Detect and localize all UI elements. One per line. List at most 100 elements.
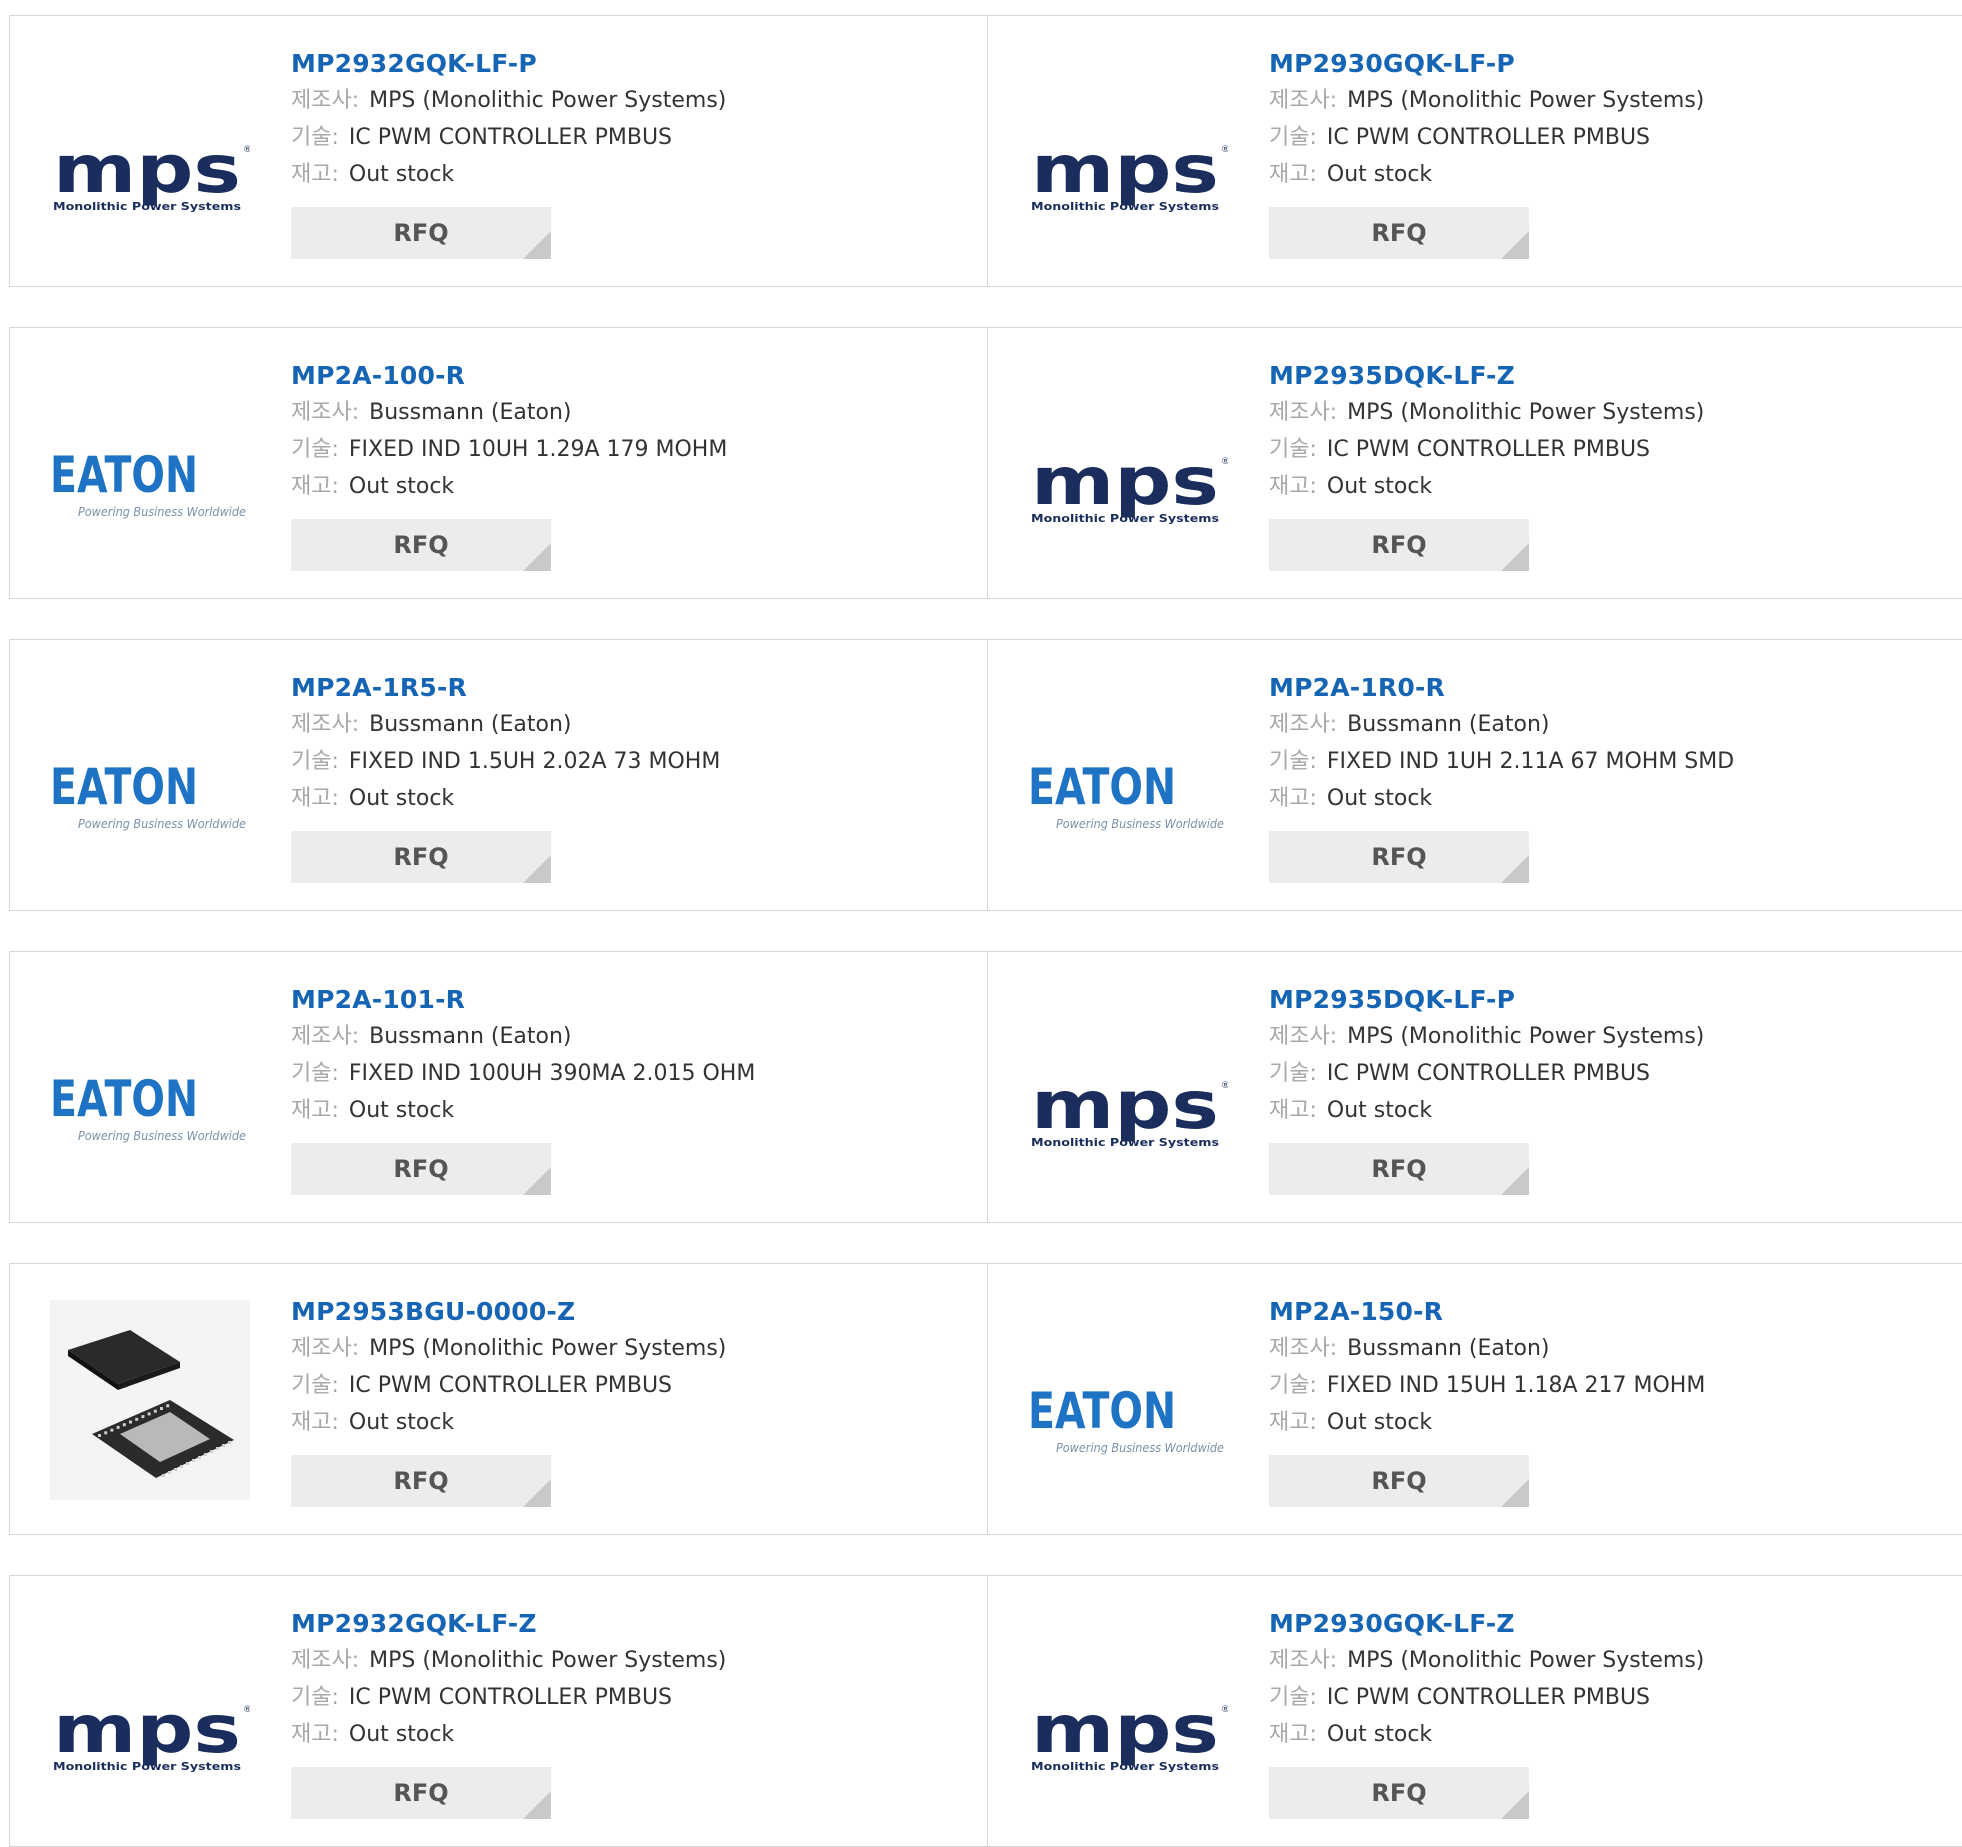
manufacturer-line: 제조사: Bussmann (Eaton) [1269, 1330, 1705, 1367]
rfq-button[interactable]: RFQ [1269, 207, 1529, 259]
rfq-button-label: RFQ [393, 531, 449, 559]
product-card: mps ® Monolithic Power Systems MP2932GQK-LF… [10, 1576, 988, 1846]
rfq-button[interactable]: RFQ [1269, 1455, 1529, 1507]
manufacturer-line: 제조사: Bussmann (Eaton) [291, 706, 720, 743]
manufacturer-line: 제조사: MPS (Monolithic Power Systems) [291, 82, 726, 119]
mps-logo: mps ® Monolithic Power Systems [1031, 443, 1228, 525]
stock-value: Out stock [348, 786, 455, 811]
manufacturer-value: Bussmann (Eaton) [1347, 712, 1550, 737]
rfq-button[interactable]: RFQ [291, 1767, 551, 1819]
description-label: 기술: [291, 125, 339, 150]
stock-label: 재고: [291, 1410, 339, 1435]
part-number-link[interactable]: MP2953BGU-0000-Z [291, 1294, 726, 1330]
manufacturer-label: 제조사: [291, 712, 360, 737]
mps-logo-wordmark: mps [1031, 1691, 1219, 1768]
product-grid: mps ® Monolithic Power Systems MP2932GQK-LF… [0, 0, 1962, 1847]
eaton-logo: EATONPowering Business Worldwide [50, 1070, 246, 1143]
stock-value: Out stock [1326, 1722, 1433, 1747]
description-value: FIXED IND 100UH 390MA 2.015 OHM [348, 1061, 756, 1086]
description-line: 기술: IC PWM CONTROLLER PMBUS [1269, 431, 1704, 468]
stock-value: Out stock [1326, 474, 1433, 499]
rfq-button-label: RFQ [393, 219, 449, 247]
part-number-link[interactable]: MP2935DQK-LF-Z [1269, 358, 1704, 394]
manufacturer-label: 제조사: [291, 88, 360, 113]
mps-logo: mps ® Monolithic Power Systems [1031, 1691, 1228, 1773]
eaton-logo: EATONPowering Business Worldwide [50, 758, 246, 831]
rfq-button[interactable]: RFQ [291, 1143, 551, 1195]
rfq-button-label: RFQ [393, 1155, 449, 1183]
product-info: MP2932GQK-LF-Z 제조사: MPS (Monolithic Power … [291, 1606, 726, 1819]
manufacturer-logo: EATON Powering Business Worldwide [1028, 676, 1228, 876]
manufacturer-label: 제조사: [291, 1336, 360, 1361]
product-info: MP2A-150-R 제조사: Bussmann (Eaton) 기술: FIXED I… [1269, 1294, 1705, 1507]
button-corner-triangle [523, 1479, 551, 1507]
manufacturer-logo: mps ® Monolithic Power Systems [1028, 1612, 1228, 1812]
description-line: 기술: IC PWM CONTROLLER PMBUS [1269, 119, 1704, 156]
description-label: 기술: [291, 1373, 339, 1398]
part-number-link[interactable]: MP2935DQK-LF-P [1269, 982, 1704, 1018]
mps-logo-registered-mark: ® [243, 145, 250, 155]
eaton-logo-tagline: Powering Business Worldwide [78, 505, 246, 519]
stock-line: 재고: Out stock [1269, 1716, 1704, 1753]
stock-label: 재고: [1269, 1098, 1317, 1123]
description-line: 기술: FIXED IND 15UH 1.18A 217 MOHM [1269, 1367, 1705, 1404]
rfq-button[interactable]: RFQ [291, 831, 551, 883]
part-number-link[interactable]: MP2930GQK-LF-Z [1269, 1606, 1704, 1642]
manufacturer-value: Bussmann (Eaton) [369, 1024, 572, 1049]
description-line: 기술: FIXED IND 100UH 390MA 2.015 OHM [291, 1055, 755, 1092]
stock-value: Out stock [1326, 786, 1433, 811]
rfq-button-label: RFQ [393, 1779, 449, 1807]
manufacturer-line: 제조사: Bussmann (Eaton) [291, 394, 727, 431]
stock-label: 재고: [1269, 1722, 1317, 1747]
manufacturer-logo: mps ® Monolithic Power Systems [50, 1612, 250, 1812]
button-corner-triangle [1501, 231, 1529, 259]
button-corner-triangle [523, 1167, 551, 1195]
rfq-button[interactable]: RFQ [1269, 519, 1529, 571]
part-number-link[interactable]: MP2930GQK-LF-P [1269, 46, 1704, 82]
manufacturer-logo [50, 1300, 250, 1500]
product-info: MP2953BGU-0000-Z 제조사: MPS (Monolithic Powe… [291, 1294, 726, 1507]
manufacturer-value: MPS (Monolithic Power Systems) [369, 88, 727, 113]
stock-label: 재고: [291, 474, 339, 499]
part-number-link[interactable]: MP2A-101-R [291, 982, 755, 1018]
eaton-logo-tagline: Powering Business Worldwide [1056, 817, 1224, 831]
stock-line: 재고: Out stock [291, 1716, 726, 1753]
rfq-button[interactable]: RFQ [291, 1455, 551, 1507]
part-number-link[interactable]: MP2A-150-R [1269, 1294, 1705, 1330]
rfq-button[interactable]: RFQ [291, 207, 551, 259]
rfq-button[interactable]: RFQ [1269, 831, 1529, 883]
eaton-logo-wordmark: EATON [50, 1070, 198, 1128]
product-info: MP2A-101-R 제조사: Bussmann (Eaton) 기술: FIXED I… [291, 982, 755, 1195]
part-number-link[interactable]: MP2A-1R0-R [1269, 670, 1734, 706]
rfq-button-label: RFQ [393, 1467, 449, 1495]
description-value: IC PWM CONTROLLER PMBUS [348, 125, 673, 150]
manufacturer-value: MPS (Monolithic Power Systems) [369, 1648, 727, 1673]
product-card: EATON Powering Business Worldwide MP2A-150… [988, 1264, 1962, 1534]
rfq-button[interactable]: RFQ [1269, 1143, 1529, 1195]
rfq-button[interactable]: RFQ [291, 519, 551, 571]
manufacturer-label: 제조사: [1269, 400, 1338, 425]
rfq-button-label: RFQ [393, 843, 449, 871]
manufacturer-line: 제조사: MPS (Monolithic Power Systems) [291, 1330, 726, 1367]
rfq-button[interactable]: RFQ [1269, 1767, 1529, 1819]
stock-label: 재고: [291, 786, 339, 811]
part-number-link[interactable]: MP2A-1R5-R [291, 670, 720, 706]
stock-line: 재고: Out stock [1269, 468, 1704, 505]
eaton-logo-tagline: Powering Business Worldwide [78, 817, 246, 831]
stock-label: 재고: [1269, 1410, 1317, 1435]
product-row: mps ® Monolithic Power Systems MP2932GQK-LF… [9, 15, 1962, 287]
mps-logo: mps ® Monolithic Power Systems [1031, 131, 1228, 213]
manufacturer-line: 제조사: MPS (Monolithic Power Systems) [1269, 1018, 1704, 1055]
product-card: mps ® Monolithic Power Systems MP2935DQK-LF… [988, 952, 1962, 1222]
stock-line: 재고: Out stock [291, 468, 727, 505]
stock-line: 재고: Out stock [291, 156, 726, 193]
description-label: 기술: [1269, 1685, 1317, 1710]
eaton-logo: EATONPowering Business Worldwide [50, 446, 246, 519]
part-number-link[interactable]: MP2932GQK-LF-P [291, 46, 726, 82]
part-number-link[interactable]: MP2A-100-R [291, 358, 727, 394]
manufacturer-logo: EATON Powering Business Worldwide [1028, 1300, 1228, 1500]
eaton-logo: EATONPowering Business Worldwide [1028, 1382, 1224, 1455]
part-number-link[interactable]: MP2932GQK-LF-Z [291, 1606, 726, 1642]
stock-value: Out stock [1326, 162, 1433, 187]
stock-value: Out stock [348, 1410, 455, 1435]
